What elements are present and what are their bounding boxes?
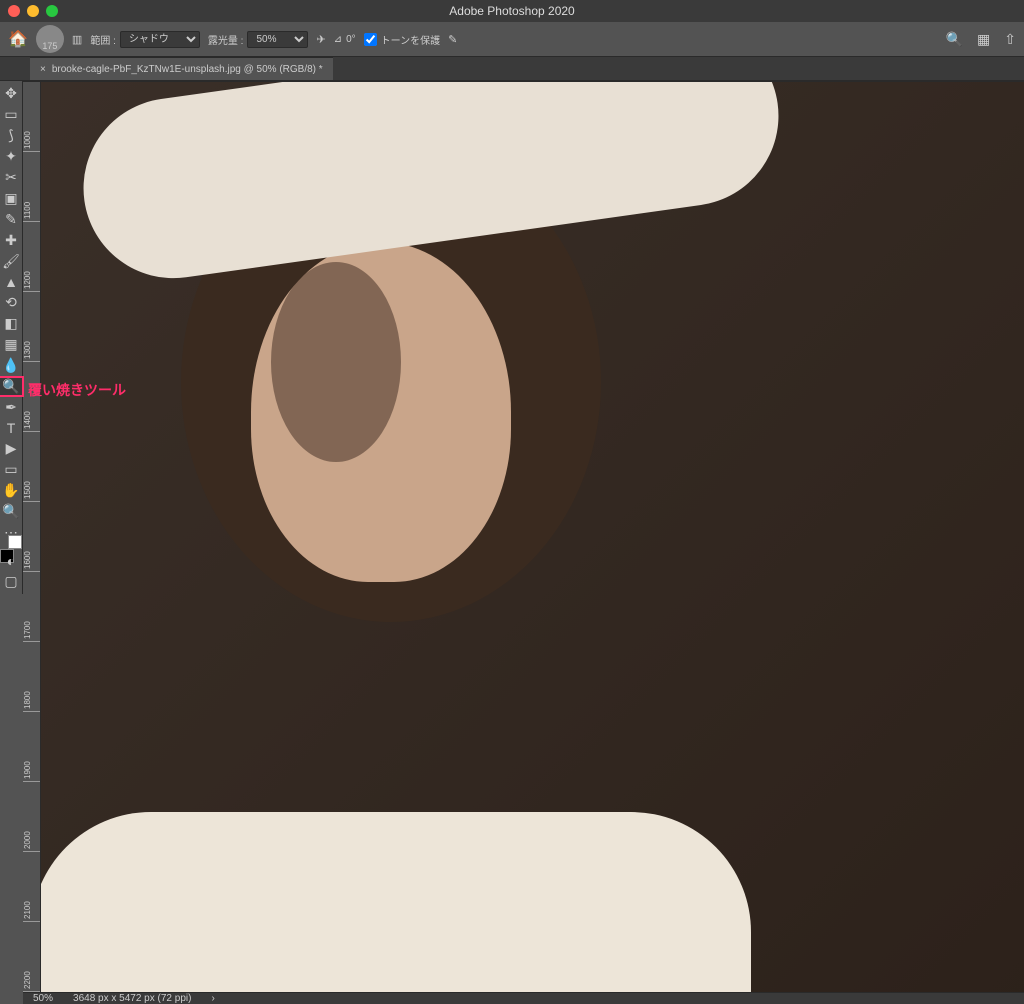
history-brush-tool[interactable]: ⟲ bbox=[0, 294, 22, 311]
lasso-tool[interactable]: ⟆ bbox=[0, 127, 22, 144]
marquee-tool[interactable]: ▭ bbox=[0, 106, 22, 123]
close-tab-icon[interactable]: × bbox=[40, 64, 46, 75]
zoom-value[interactable]: 50% bbox=[33, 993, 53, 1004]
close-window-button[interactable] bbox=[8, 5, 20, 17]
crop-tool[interactable]: ✂ bbox=[0, 169, 22, 186]
airbrush-icon[interactable]: ✈ bbox=[316, 33, 325, 46]
ruler-tick: 2100 bbox=[23, 852, 40, 922]
brush-size-value: 175 bbox=[42, 41, 57, 51]
ruler-tick: 1100 bbox=[23, 152, 40, 222]
quick-select-tool[interactable]: ✦ bbox=[0, 148, 22, 165]
options-bar: 🏠 175 ▥ 範囲 : シャドウ 露光量 : 50% ✈ ⊿ 0° トーンを保… bbox=[0, 22, 1024, 57]
ruler-tick: 2200 bbox=[23, 922, 40, 992]
eraser-tool[interactable]: ◧ bbox=[0, 315, 22, 332]
exposure-label: 露光量 : bbox=[208, 32, 244, 47]
ruler-tick: 1600 bbox=[23, 502, 40, 572]
move-tool[interactable]: ✥ bbox=[0, 85, 22, 102]
document-dimensions: 3648 px x 5472 px (72 ppi) bbox=[73, 993, 191, 1004]
app-title: Adobe Photoshop 2020 bbox=[449, 4, 574, 18]
workspace-icon[interactable]: ▦ bbox=[977, 31, 990, 48]
tool-tooltip: 覆い焼きツール bbox=[28, 380, 126, 400]
ruler-tick: 1000 bbox=[23, 82, 40, 152]
ruler-tick: 1200 bbox=[23, 222, 40, 292]
share-icon[interactable]: ⇧ bbox=[1004, 31, 1016, 48]
minimize-window-button[interactable] bbox=[27, 5, 39, 17]
dodge-tool[interactable]: 🔍覆い焼きツール bbox=[0, 378, 22, 395]
brush-preset-picker[interactable]: 175 bbox=[36, 25, 64, 53]
gradient-tool[interactable]: ▦ bbox=[0, 336, 22, 353]
range-label: 範囲 : bbox=[90, 32, 116, 47]
maximize-window-button[interactable] bbox=[46, 5, 58, 17]
status-bar: 50% 3648 px x 5472 px (72 ppi) › bbox=[23, 992, 1024, 1004]
ruler-tick: 1800 bbox=[23, 642, 40, 712]
pressure-icon[interactable]: ✎ bbox=[448, 33, 457, 46]
ruler-tick: 1300 bbox=[23, 292, 40, 362]
ruler-tick: 2000 bbox=[23, 782, 40, 852]
hand-tool[interactable]: ✋ bbox=[0, 482, 22, 499]
ruler-tick: 1700 bbox=[23, 572, 40, 642]
toolbox: ✥ ▭ ⟆ ✦ ✂ ▣ ✎ ✚ 🖌 ▲ ⟲ ◧ ▦ 💧 🔍覆い焼きツール ✒ T… bbox=[0, 81, 23, 594]
home-icon[interactable]: 🏠 bbox=[8, 29, 28, 49]
stamp-tool[interactable]: ▲ bbox=[0, 274, 22, 290]
range-select[interactable]: シャドウ bbox=[120, 31, 200, 48]
brush-tool[interactable]: 🖌 bbox=[0, 253, 22, 270]
ruler-vertical[interactable]: 1000110012001300140015001600170018001900… bbox=[23, 82, 41, 992]
angle-value: 0° bbox=[346, 34, 356, 45]
ruler-tick: 1500 bbox=[23, 432, 40, 502]
status-chevron-icon[interactable]: › bbox=[211, 993, 214, 1004]
frame-tool[interactable]: ▣ bbox=[0, 190, 22, 207]
protect-tones-label: トーンを保護 bbox=[381, 32, 441, 47]
zoom-tool[interactable]: 🔍 bbox=[0, 503, 22, 520]
document-tab[interactable]: × brooke-cagle-PbF_KzTNw1E-unsplash.jpg … bbox=[30, 57, 333, 80]
ruler-tick: 1900 bbox=[23, 712, 40, 782]
search-icon[interactable]: 🔍 bbox=[946, 31, 963, 48]
eyedropper-tool[interactable]: ✎ bbox=[0, 211, 22, 228]
path-select-tool[interactable]: ▶ bbox=[0, 440, 22, 457]
healing-tool[interactable]: ✚ bbox=[0, 232, 22, 249]
angle-icon: ⊿ bbox=[334, 34, 342, 45]
quickmask-tool[interactable]: ◐ bbox=[0, 553, 22, 569]
canvas[interactable] bbox=[41, 82, 1024, 992]
blur-tool[interactable]: 💧 bbox=[0, 357, 22, 374]
document-tabs: × brooke-cagle-PbF_KzTNw1E-unsplash.jpg … bbox=[0, 57, 1024, 81]
document-tab-label: brooke-cagle-PbF_KzTNw1E-unsplash.jpg @ … bbox=[52, 64, 323, 75]
pen-tool[interactable]: ✒ bbox=[0, 399, 22, 416]
title-bar: Adobe Photoshop 2020 bbox=[0, 0, 1024, 22]
protect-tones-checkbox[interactable] bbox=[364, 33, 377, 46]
brush-settings-icon[interactable]: ▥ bbox=[72, 33, 82, 46]
shape-tool[interactable]: ▭ bbox=[0, 461, 22, 478]
type-tool[interactable]: T bbox=[0, 420, 22, 436]
screenmode-tool[interactable]: ▢ bbox=[0, 573, 22, 590]
exposure-select[interactable]: 50% bbox=[247, 31, 308, 48]
